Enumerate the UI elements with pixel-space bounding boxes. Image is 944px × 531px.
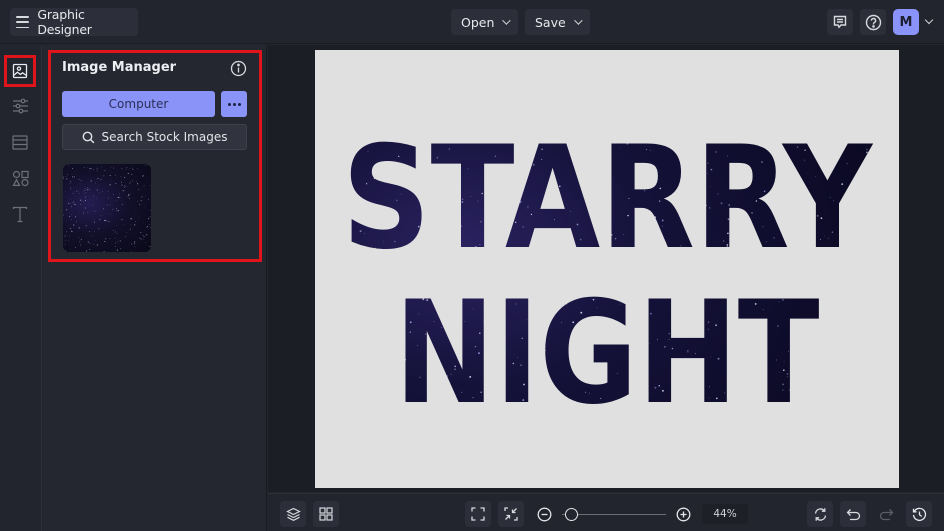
design-canvas: STARRY NIGHT: [342, 116, 874, 436]
info-button[interactable]: [230, 60, 247, 77]
chevron-down-icon: [573, 16, 583, 25]
search-stock-images-button[interactable]: Search Stock Images: [62, 124, 247, 150]
starry-night-thumbnail[interactable]: [63, 164, 151, 252]
history-button[interactable]: [906, 501, 932, 527]
chevron-down-icon: [502, 16, 512, 25]
save-button[interactable]: Save: [525, 9, 590, 35]
grid-icon: [319, 507, 333, 521]
layers-icon: [285, 507, 301, 521]
zoom-in-button[interactable]: [670, 501, 696, 527]
zoom-slider-track[interactable]: [562, 514, 666, 515]
zoom-slider-handle[interactable]: [564, 508, 578, 521]
info-icon: [230, 60, 247, 77]
computer-upload-button[interactable]: Computer: [62, 91, 215, 117]
redo-button[interactable]: [873, 501, 899, 527]
top-bar: Graphic Designer Open Save M: [0, 0, 944, 44]
fit-to-screen-button[interactable]: [465, 501, 491, 527]
search-stock-label: Search Stock Images: [101, 130, 228, 144]
rail-item-adjustments[interactable]: [4, 90, 36, 122]
rail-item-image-manager[interactable]: [4, 55, 36, 87]
shrink-icon: [504, 507, 518, 521]
zoom-out-icon: [537, 507, 551, 521]
headline-line-2[interactable]: NIGHT: [395, 271, 820, 436]
starfield-image: [63, 164, 151, 252]
open-button[interactable]: Open: [451, 9, 519, 35]
app-title: Graphic Designer: [37, 7, 92, 37]
help-button[interactable]: [860, 9, 886, 35]
more-options-button[interactable]: [221, 91, 247, 117]
refresh-icon: [814, 507, 826, 521]
rail-item-shapes[interactable]: [4, 162, 36, 194]
reset-button[interactable]: [807, 501, 833, 527]
text-icon: [12, 206, 28, 222]
artboard[interactable]: STARRY NIGHT: [315, 50, 899, 488]
rail-item-layout[interactable]: [4, 126, 36, 158]
zoom-out-button[interactable]: [531, 501, 557, 527]
grid-button[interactable]: [313, 501, 339, 527]
shapes-icon: [11, 170, 29, 186]
redo-icon: [879, 508, 893, 520]
undo-icon: [846, 508, 860, 520]
rail-item-text[interactable]: [4, 198, 36, 230]
history-icon: [912, 507, 926, 521]
layers-button[interactable]: [280, 501, 306, 527]
expand-icon: [471, 507, 485, 521]
feedback-icon: [833, 15, 847, 29]
undo-button[interactable]: [840, 501, 866, 527]
headline-line-1[interactable]: STARRY: [342, 116, 874, 281]
panel-title: Image Manager: [62, 60, 177, 75]
feedback-button[interactable]: [827, 9, 853, 35]
layout-icon: [12, 134, 28, 150]
search-icon: [82, 131, 94, 143]
shrink-button[interactable]: [498, 501, 524, 527]
more-icon: [227, 102, 241, 106]
app-menu-button[interactable]: Graphic Designer: [10, 7, 138, 37]
chevron-down-icon[interactable]: [924, 15, 934, 25]
save-label: Save: [535, 14, 566, 30]
avatar[interactable]: M: [893, 9, 919, 35]
image-icon: [12, 63, 28, 79]
open-label: Open: [461, 14, 495, 30]
hamburger-icon: [16, 16, 30, 28]
zoom-percent-field[interactable]: 44%: [702, 504, 748, 524]
help-icon: [865, 14, 881, 30]
zoom-in-icon: [676, 507, 690, 521]
tool-rail: [0, 45, 42, 531]
sliders-icon: [12, 98, 28, 114]
